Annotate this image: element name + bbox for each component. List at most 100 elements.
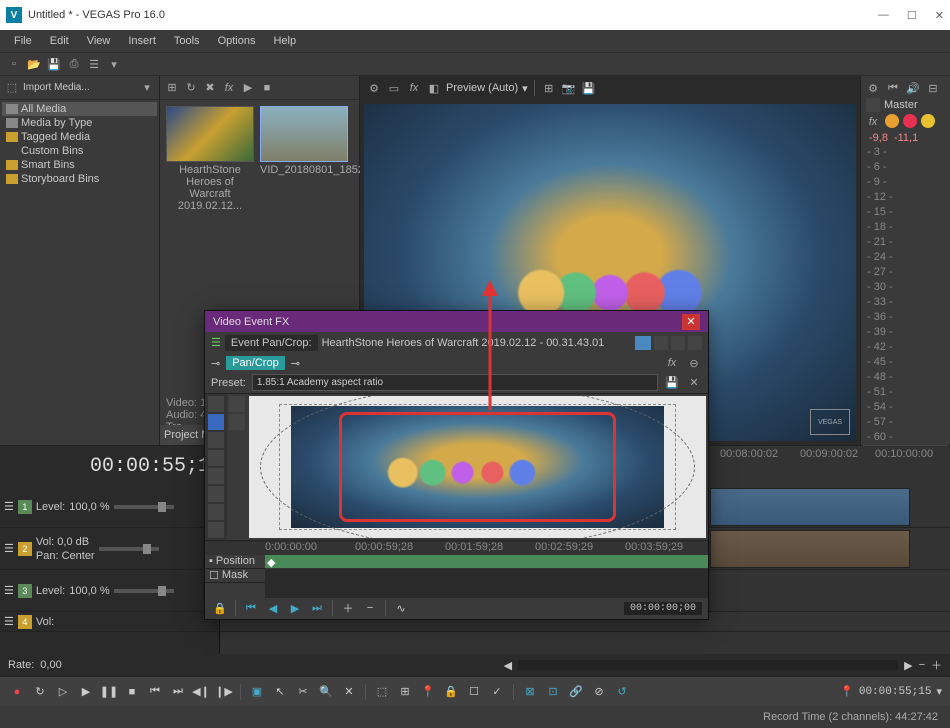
normal-edit-button[interactable]: ▣ [248,683,266,701]
fx-chain-btn[interactable] [654,336,668,350]
fx-chain-btn[interactable] [688,336,702,350]
vol-slider[interactable] [99,547,159,551]
stop-icon[interactable]: ■ [259,80,275,96]
preset-input[interactable] [252,374,658,391]
cut-button[interactable]: ✕ [340,683,358,701]
video-clip[interactable] [710,488,910,526]
tree-by-type[interactable]: Media by Type [2,116,157,130]
play-button[interactable]: ▶ [77,683,95,701]
envelope-tool-button[interactable]: ✂ [294,683,312,701]
expand-icon[interactable] [229,396,245,412]
refresh-icon[interactable]: ↻ [183,80,199,96]
move-tool[interactable] [208,504,224,520]
close-button[interactable]: ✕ [935,9,944,22]
dropdown-icon[interactable]: ▾ [522,82,528,95]
fx-icon[interactable]: fx [221,80,237,96]
prev-settings-icon[interactable]: ⚙ [366,80,382,96]
lock-button[interactable]: 🔒 [442,683,460,701]
minimize-button[interactable]: — [878,9,889,22]
fx-remove-icon[interactable]: ⊖ [686,355,702,371]
selection-tool-button[interactable]: ↖ [271,683,289,701]
delete-preset-icon[interactable]: ✕ [686,375,702,391]
menu-view[interactable]: View [79,33,119,49]
menu-edit[interactable]: Edit [42,33,77,49]
open-icon[interactable]: 📂 [26,56,42,72]
view-icon[interactable]: ⊞ [164,80,180,96]
import-media-button[interactable]: Import Media... [23,82,90,93]
first-kf-button[interactable]: ⏮ [242,599,260,617]
video-event-fx-dialog[interactable]: Video Event FX ✕ ☰ Event Pan/Crop: Heart… [204,310,709,620]
skip-start-icon[interactable]: ⏮ [885,80,901,96]
tree-tagged[interactable]: Tagged Media [2,130,157,144]
snap-grid-button[interactable]: ⊞ [396,683,414,701]
dim-icon[interactable]: ⊟ [925,80,941,96]
pancrop-tag[interactable]: Pan/Crop [226,356,284,370]
last-kf-button[interactable]: ⏭ [308,599,326,617]
quantize-button[interactable]: ⊡ [544,683,562,701]
automation-icon[interactable] [903,114,917,128]
marker-button[interactable]: 📍 [419,683,437,701]
zoom-tool[interactable] [208,432,224,448]
render-icon[interactable]: ⎙ [66,56,82,72]
tree-all-media[interactable]: All Media [2,102,157,116]
go-start-button[interactable]: ⏮ [146,683,164,701]
track-header[interactable]: ☰4 Vol: [0,612,219,632]
menu-file[interactable]: File [6,33,40,49]
stop-button[interactable]: ■ [123,683,141,701]
master-box-icon[interactable] [866,98,880,112]
fx-timecode[interactable]: 00:00:00;00 [624,602,702,615]
media-thumb[interactable]: HearthStone Heroes of Warcraft 2019.02.1… [166,106,254,212]
snap-button[interactable]: ⬚ [373,683,391,701]
fx-chain-btn[interactable] [635,336,651,350]
properties-icon[interactable]: ☰ [86,56,102,72]
snap-tool[interactable] [208,450,224,466]
split-icon[interactable]: ◧ [426,80,442,96]
track-header[interactable]: ☰2 Vol: 0,0 dB Pan: Center [0,528,219,570]
new-icon[interactable]: ▫ [6,56,22,72]
pause-button[interactable]: ❚❚ [100,683,118,701]
fx-dialog-titlebar[interactable]: Video Event FX ✕ [205,311,708,332]
fx-keyframe-area[interactable]: ◆ [265,555,708,598]
timecode-display[interactable]: 00:00:55;1 [0,446,220,486]
pancrop-canvas[interactable] [249,396,706,538]
fx-chain-btn[interactable] [671,336,685,350]
zoom-in-icon[interactable]: ＋ [931,657,942,673]
loop-playback-button[interactable]: ↺ [613,683,631,701]
fx-close-button[interactable]: ✕ [682,314,700,330]
snapshot-icon[interactable]: 📷 [561,80,577,96]
auto-crossfade-button[interactable]: ✓ [488,683,506,701]
add-kf-button[interactable]: ＋ [339,599,357,617]
prev-frame-button[interactable]: ◀❙ [192,683,210,701]
next-frame-button[interactable]: ❙▶ [215,683,233,701]
loop-button[interactable]: ↻ [31,683,49,701]
scroll-right-icon[interactable]: ▶ [904,659,912,672]
menu-insert[interactable]: Insert [120,33,164,49]
crossfade-button[interactable]: ⊠ [521,683,539,701]
rotate-tool[interactable] [208,486,224,502]
pointer-tool[interactable] [208,414,224,430]
record-button[interactable]: ● [8,683,26,701]
insert-fx-icon[interactable] [885,114,899,128]
tree-custom[interactable]: Custom Bins [2,144,157,158]
track-header[interactable]: ☰3 Level:100,0 % [0,570,219,612]
play-icon[interactable]: ▶ [240,80,256,96]
menu-help[interactable]: Help [265,33,304,49]
maximize-button[interactable]: ☐ [907,9,917,22]
fx-track-mask[interactable]: ☐Mask [205,569,265,583]
mute-icon[interactable] [921,114,935,128]
play-start-button[interactable]: ▷ [54,683,72,701]
del-kf-button[interactable]: − [361,599,379,617]
gear-icon[interactable]: ⚙ [865,80,881,96]
fx-timeline-ruler[interactable]: 0:00:00:00 00:00:59;28 00:01:59;28 00:02… [205,541,708,555]
tree-smart[interactable]: Smart Bins [2,158,157,172]
rate-value[interactable]: 0,00 [40,659,61,671]
tree-storyboard[interactable]: Storyboard Bins [2,172,157,186]
overlay-icon[interactable]: ⊞ [541,80,557,96]
level-slider[interactable] [114,589,174,593]
zoom-tool-button[interactable]: 🔍 [317,683,335,701]
auto-ripple-button[interactable]: ☐ [465,683,483,701]
delete-icon[interactable]: ✖ [202,80,218,96]
zoom-out-icon[interactable]: − [919,659,925,671]
speaker-icon[interactable]: 🔊 [905,80,921,96]
ignore-button[interactable]: ⊘ [590,683,608,701]
